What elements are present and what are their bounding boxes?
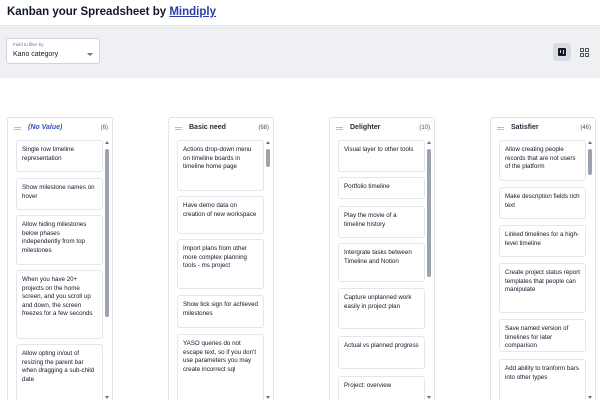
column-header: Delighter (10): [330, 118, 434, 138]
scrollbar-thumb[interactable]: [588, 149, 592, 175]
card-list: Visual layer to other tools Portfolio ti…: [330, 140, 430, 400]
scrollbar-thumb[interactable]: [266, 149, 270, 167]
scroll-up-icon[interactable]: [105, 141, 109, 144]
kanban-card[interactable]: Import plans from other more complex pla…: [177, 239, 264, 289]
mindiply-link[interactable]: Mindiply: [169, 6, 216, 18]
kanban-card[interactable]: Save named version of timelines for late…: [499, 319, 586, 352]
card-list: Actions drop-down menu on timeline board…: [169, 140, 269, 400]
column-header: Satisfier (46): [491, 118, 595, 138]
kanban-card[interactable]: Allow opting in/out of resizing the pare…: [16, 344, 103, 400]
column-header: Basic need (68): [169, 118, 273, 138]
kanban-column-no-value: (No Value) (6) Single row timeline repre…: [7, 117, 113, 400]
scroll-down-icon[interactable]: [266, 396, 270, 399]
card-list: Single row timeline representation Show …: [8, 140, 108, 400]
column-title: Satisfier: [511, 124, 539, 131]
drag-handle-icon[interactable]: [14, 127, 21, 130]
kanban-card[interactable]: YASO queries do not escape text, so if y…: [177, 334, 264, 400]
kanban-view-icon: [558, 48, 566, 56]
column-scrollbar[interactable]: [427, 141, 431, 399]
kanban-card[interactable]: Project: overview: [338, 376, 425, 400]
filter-bar: Field to filter by Kano category: [0, 27, 600, 78]
column-count: (6): [100, 125, 108, 131]
kanban-card[interactable]: Portfolio timeline: [338, 177, 425, 199]
scrollbar-thumb[interactable]: [427, 149, 431, 277]
kanban-card[interactable]: Actions drop-down menu on timeline board…: [177, 140, 264, 191]
filter-field-value: Kano category: [13, 51, 59, 58]
card-list: Allow creating people records that are n…: [491, 140, 591, 400]
column-scrollbar[interactable]: [266, 141, 270, 399]
kanban-column-delighter: Delighter (10) Visual layer to other too…: [329, 117, 435, 400]
column-title: Basic need: [189, 124, 226, 131]
kanban-column-basic-need: Basic need (68) Actions drop-down menu o…: [168, 117, 274, 400]
kanban-card[interactable]: Make description fields rich text: [499, 187, 586, 219]
kanban-card[interactable]: Allow creating people records that are n…: [499, 140, 586, 181]
kanban-card[interactable]: Play the movie of a timeline history: [338, 206, 425, 238]
kanban-card[interactable]: Actual vs planned progress: [338, 336, 425, 369]
scroll-down-icon[interactable]: [427, 396, 431, 399]
kanban-card[interactable]: Have demo data on creation of new worksp…: [177, 196, 264, 234]
scroll-down-icon[interactable]: [588, 396, 592, 399]
grid-view-icon: [580, 48, 589, 57]
scroll-up-icon[interactable]: [266, 141, 270, 144]
kanban-card[interactable]: Add ability to tranform bars into other …: [499, 359, 586, 400]
scroll-up-icon[interactable]: [427, 141, 431, 144]
kanban-card[interactable]: Capture unplanned work easily in project…: [338, 288, 425, 329]
kanban-card[interactable]: Intergrate tasks between Timeline and No…: [338, 243, 425, 282]
column-count: (10): [419, 125, 430, 131]
kanban-card[interactable]: Create project status report templates t…: [499, 263, 586, 313]
kanban-card[interactable]: Allow hiding milestones below phases ind…: [16, 215, 103, 265]
kanban-card[interactable]: Show tick sign for achieved milestones: [177, 295, 264, 328]
drag-handle-icon[interactable]: [497, 127, 504, 130]
kanban-card[interactable]: Linked timelines for a high-level timeli…: [499, 225, 586, 257]
app-header: Kanban your Spreadsheet by Mindiply: [0, 0, 600, 26]
filter-field-select[interactable]: Field to filter by Kano category: [6, 38, 100, 64]
kanban-view-button[interactable]: [553, 43, 571, 61]
column-title: Delighter: [350, 124, 381, 131]
kanban-card[interactable]: Single row timeline representation: [16, 140, 103, 172]
column-count: (46): [580, 125, 591, 131]
app-title: Kanban your Spreadsheet by Mindiply: [7, 6, 216, 18]
column-header: (No Value) (6): [8, 118, 112, 138]
scrollbar-thumb[interactable]: [105, 149, 109, 317]
chevron-down-icon: [87, 53, 93, 56]
kanban-card[interactable]: Show milestone names on hover: [16, 178, 103, 210]
scroll-up-icon[interactable]: [588, 141, 592, 144]
column-scrollbar[interactable]: [588, 141, 592, 399]
kanban-card[interactable]: Visual layer to other tools: [338, 140, 425, 172]
drag-handle-icon[interactable]: [175, 127, 182, 130]
kanban-card[interactable]: When you have 20+ projects on the home s…: [16, 270, 103, 339]
column-count: (68): [258, 125, 269, 131]
kanban-column-satisfier: Satisfier (46) Allow creating people rec…: [490, 117, 596, 400]
column-title: (No Value): [28, 124, 63, 131]
app-title-text: Kanban your Spreadsheet by: [7, 6, 167, 18]
scroll-down-icon[interactable]: [105, 396, 109, 399]
column-scrollbar[interactable]: [105, 141, 109, 399]
drag-handle-icon[interactable]: [336, 127, 343, 130]
filter-field-label: Field to filter by: [13, 42, 44, 47]
grid-view-button[interactable]: [575, 43, 593, 61]
